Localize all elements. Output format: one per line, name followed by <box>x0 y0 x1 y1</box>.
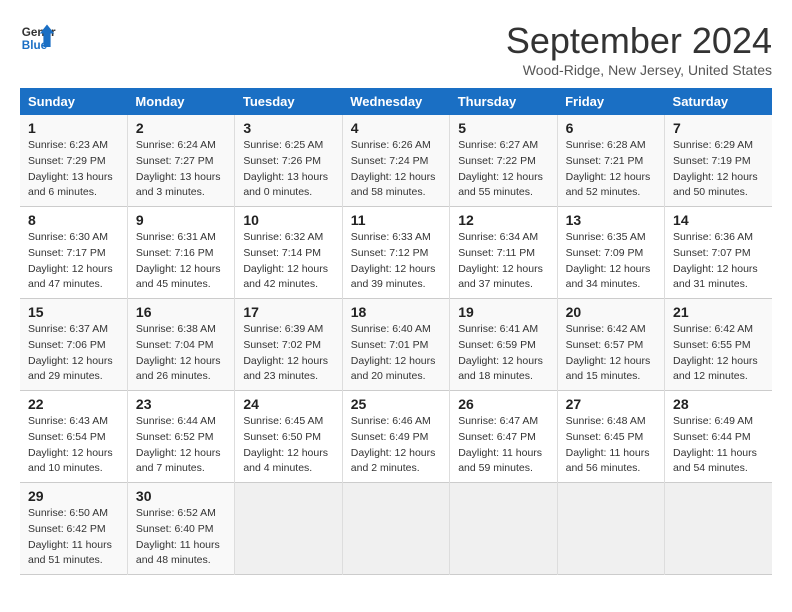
list-item: 4 Sunrise: 6:26 AMSunset: 7:24 PMDayligh… <box>342 115 449 207</box>
col-thursday: Thursday <box>450 88 557 115</box>
list-item: 9 Sunrise: 6:31 AMSunset: 7:16 PMDayligh… <box>127 207 234 299</box>
col-friday: Friday <box>557 88 664 115</box>
empty-cell <box>557 483 664 575</box>
empty-cell <box>665 483 772 575</box>
table-row: 8 Sunrise: 6:30 AMSunset: 7:17 PMDayligh… <box>20 207 772 299</box>
logo-icon: General Blue <box>20 20 56 56</box>
list-item: 11 Sunrise: 6:33 AMSunset: 7:12 PMDaylig… <box>342 207 449 299</box>
list-item: 13 Sunrise: 6:35 AMSunset: 7:09 PMDaylig… <box>557 207 664 299</box>
list-item: 7 Sunrise: 6:29 AMSunset: 7:19 PMDayligh… <box>665 115 772 207</box>
table-row: 1 Sunrise: 6:23 AMSunset: 7:29 PMDayligh… <box>20 115 772 207</box>
list-item: 28 Sunrise: 6:49 AMSunset: 6:44 PMDaylig… <box>665 391 772 483</box>
col-tuesday: Tuesday <box>235 88 342 115</box>
list-item: 21 Sunrise: 6:42 AMSunset: 6:55 PMDaylig… <box>665 299 772 391</box>
header: General Blue September 2024 Wood-Ridge, … <box>20 20 772 78</box>
page-subtitle: Wood-Ridge, New Jersey, United States <box>506 62 772 78</box>
col-wednesday: Wednesday <box>342 88 449 115</box>
table-row: 15 Sunrise: 6:37 AMSunset: 7:06 PMDaylig… <box>20 299 772 391</box>
col-sunday: Sunday <box>20 88 127 115</box>
col-monday: Monday <box>127 88 234 115</box>
list-item: 26 Sunrise: 6:47 AMSunset: 6:47 PMDaylig… <box>450 391 557 483</box>
list-item: 10 Sunrise: 6:32 AMSunset: 7:14 PMDaylig… <box>235 207 342 299</box>
list-item: 27 Sunrise: 6:48 AMSunset: 6:45 PMDaylig… <box>557 391 664 483</box>
calendar-table: Sunday Monday Tuesday Wednesday Thursday… <box>20 88 772 575</box>
empty-cell <box>450 483 557 575</box>
page-title: September 2024 <box>506 20 772 62</box>
list-item: 3 Sunrise: 6:25 AMSunset: 7:26 PMDayligh… <box>235 115 342 207</box>
list-item: 22 Sunrise: 6:43 AMSunset: 6:54 PMDaylig… <box>20 391 127 483</box>
list-item: 15 Sunrise: 6:37 AMSunset: 7:06 PMDaylig… <box>20 299 127 391</box>
list-item: 20 Sunrise: 6:42 AMSunset: 6:57 PMDaylig… <box>557 299 664 391</box>
list-item: 14 Sunrise: 6:36 AMSunset: 7:07 PMDaylig… <box>665 207 772 299</box>
calendar-header-row: Sunday Monday Tuesday Wednesday Thursday… <box>20 88 772 115</box>
list-item: 2 Sunrise: 6:24 AMSunset: 7:27 PMDayligh… <box>127 115 234 207</box>
list-item: 29 Sunrise: 6:50 AMSunset: 6:42 PMDaylig… <box>20 483 127 575</box>
list-item: 23 Sunrise: 6:44 AMSunset: 6:52 PMDaylig… <box>127 391 234 483</box>
list-item: 1 Sunrise: 6:23 AMSunset: 7:29 PMDayligh… <box>20 115 127 207</box>
list-item: 6 Sunrise: 6:28 AMSunset: 7:21 PMDayligh… <box>557 115 664 207</box>
empty-cell <box>235 483 342 575</box>
list-item: 16 Sunrise: 6:38 AMSunset: 7:04 PMDaylig… <box>127 299 234 391</box>
col-saturday: Saturday <box>665 88 772 115</box>
list-item: 5 Sunrise: 6:27 AMSunset: 7:22 PMDayligh… <box>450 115 557 207</box>
title-area: September 2024 Wood-Ridge, New Jersey, U… <box>506 20 772 78</box>
list-item: 24 Sunrise: 6:45 AMSunset: 6:50 PMDaylig… <box>235 391 342 483</box>
list-item: 30 Sunrise: 6:52 AMSunset: 6:40 PMDaylig… <box>127 483 234 575</box>
table-row: 22 Sunrise: 6:43 AMSunset: 6:54 PMDaylig… <box>20 391 772 483</box>
list-item: 25 Sunrise: 6:46 AMSunset: 6:49 PMDaylig… <box>342 391 449 483</box>
list-item: 12 Sunrise: 6:34 AMSunset: 7:11 PMDaylig… <box>450 207 557 299</box>
list-item: 18 Sunrise: 6:40 AMSunset: 7:01 PMDaylig… <box>342 299 449 391</box>
empty-cell <box>342 483 449 575</box>
list-item: 19 Sunrise: 6:41 AMSunset: 6:59 PMDaylig… <box>450 299 557 391</box>
table-row: 29 Sunrise: 6:50 AMSunset: 6:42 PMDaylig… <box>20 483 772 575</box>
list-item: 17 Sunrise: 6:39 AMSunset: 7:02 PMDaylig… <box>235 299 342 391</box>
list-item: 8 Sunrise: 6:30 AMSunset: 7:17 PMDayligh… <box>20 207 127 299</box>
logo: General Blue <box>20 20 56 56</box>
